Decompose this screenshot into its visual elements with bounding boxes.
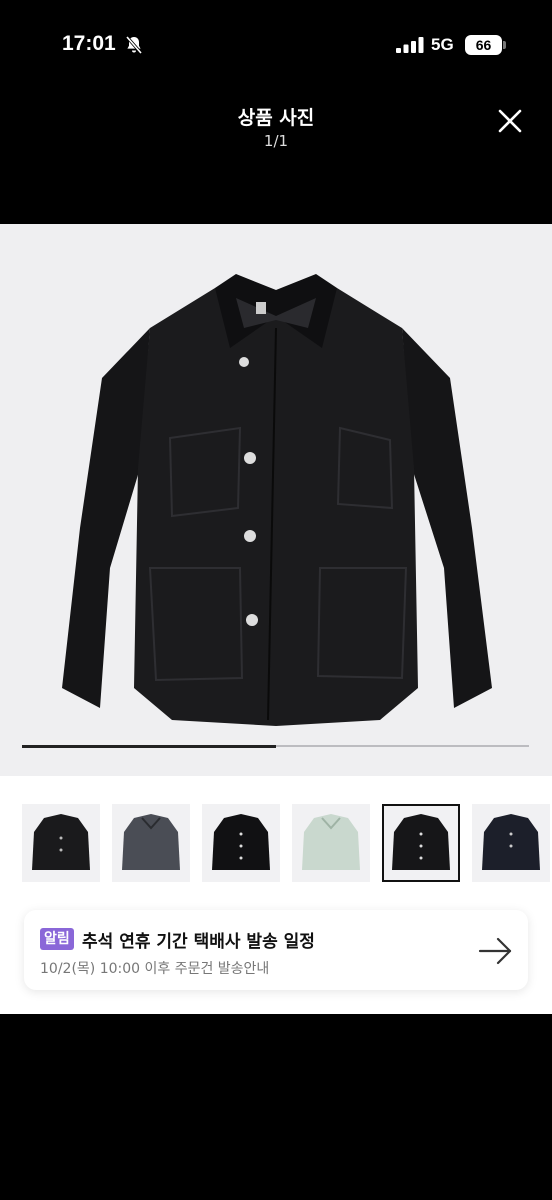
- jacket-image: [62, 274, 492, 726]
- arrow-right-icon: [478, 937, 512, 965]
- thumbnail[interactable]: [202, 804, 280, 882]
- shipping-notice-banner[interactable]: 알림 추석 연휴 기간 택배사 발송 일정 10/2(목) 10:00 이후 주…: [24, 910, 528, 990]
- gallery-progress-fill: [22, 745, 276, 748]
- bell-muted-icon: [125, 35, 143, 55]
- screen: 17:01 5G 66 상품 사진 1/1 알림 추석 연휴 기간 택배사 발송…: [0, 0, 552, 1200]
- content-area: 알림 추석 연휴 기간 택배사 발송 일정 10/2(목) 10:00 이후 주…: [0, 224, 552, 1014]
- thumbnail[interactable]: [472, 804, 550, 882]
- page-title: 상품 사진: [237, 107, 315, 129]
- product-photo[interactable]: [0, 224, 552, 776]
- battery-icon: 66: [465, 35, 502, 55]
- thumbnail[interactable]: [112, 804, 190, 882]
- close-icon[interactable]: [492, 103, 528, 139]
- thumbnail[interactable]: [292, 804, 370, 882]
- status-time: 17:01: [62, 32, 116, 55]
- status-bar: 17:01 5G 66: [0, 0, 552, 90]
- photo-counter: 1/1: [263, 132, 289, 150]
- signal-icon: [396, 37, 424, 53]
- notice-badge: 알림: [40, 928, 74, 950]
- notice-subtitle: 10/2(목) 10:00 이후 주문건 발송안내: [40, 961, 270, 977]
- network-type: 5G: [431, 35, 454, 54]
- battery-tip: [503, 41, 506, 49]
- thumbnail-selected[interactable]: [382, 804, 460, 882]
- thumbnail-strip: [22, 804, 552, 884]
- thumbnail[interactable]: [22, 804, 100, 882]
- notice-title: 추석 연휴 기간 택배사 발송 일정: [82, 932, 315, 952]
